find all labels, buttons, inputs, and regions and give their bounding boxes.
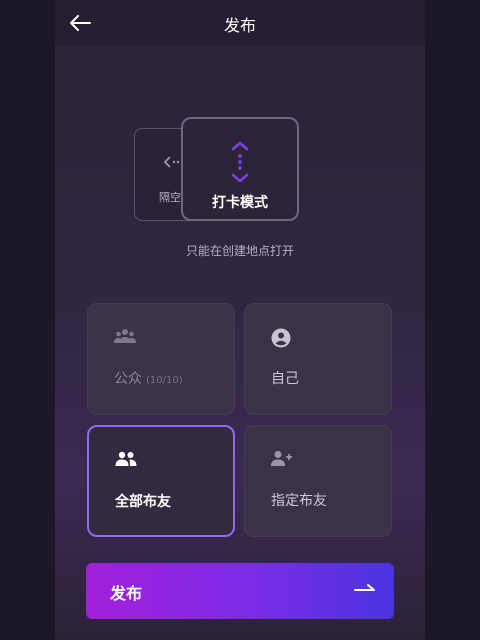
person-circle-icon (271, 328, 291, 348)
vertical-expand-icon (231, 141, 249, 183)
visibility-option-public[interactable]: 公众 (10/10) (87, 303, 235, 415)
person-add-icon (271, 451, 292, 466)
people-icon (115, 451, 137, 466)
visibility-option-specific-friends[interactable]: 指定布友 (244, 425, 392, 537)
publish-button-label: 发布 (110, 584, 143, 603)
visibility-option-specific-friends-label: 指定布友 (271, 493, 327, 509)
visibility-option-all-friends-label: 全部布友 (115, 494, 171, 510)
mode-card-checkin[interactable]: 打卡模式 (181, 117, 299, 221)
group-icon (114, 329, 136, 343)
page-title: 发布 (223, 16, 256, 35)
arrow-right-icon (354, 584, 375, 591)
public-label-text: 公众 (114, 371, 142, 387)
visibility-option-public-label: 公众 (10/10) (114, 368, 183, 388)
mode-card-remote-label: 隔空 (159, 191, 181, 204)
left-backdrop (0, 0, 55, 640)
publish-button[interactable]: 发布 (86, 563, 394, 619)
mode-card-checkin-label: 打卡模式 (212, 195, 268, 211)
right-backdrop (425, 0, 480, 640)
publish-screen: 发布 隔空 打卡模式 只能在创建地点打开 公众 (10/10) 自己 全部布友 … (55, 0, 425, 640)
visibility-option-all-friends[interactable]: 全部布友 (87, 425, 235, 537)
visibility-option-self-label: 自己 (271, 371, 299, 387)
visibility-option-self[interactable]: 自己 (244, 303, 392, 415)
top-bar: 发布 (55, 0, 425, 46)
mode-hint-text: 只能在创建地点打开 (185, 244, 294, 258)
remote-mode-icon (163, 156, 180, 168)
public-count: (10/10) (146, 375, 183, 386)
